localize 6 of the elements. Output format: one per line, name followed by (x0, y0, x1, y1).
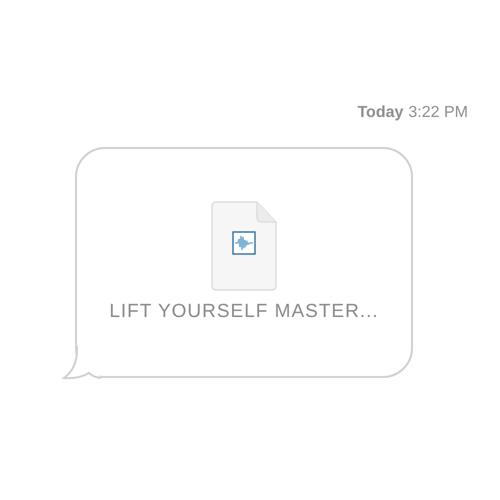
message-bubble[interactable]: LIFT YOURSELF MASTER... (75, 147, 413, 378)
audio-file-icon[interactable] (211, 201, 277, 291)
bubble-tail-icon (61, 346, 101, 380)
attachment-filename: LIFT YOURSELF MASTER... (109, 301, 379, 323)
timestamp-time: 3:22 PM (408, 104, 468, 122)
timestamp-day: Today (357, 104, 404, 122)
